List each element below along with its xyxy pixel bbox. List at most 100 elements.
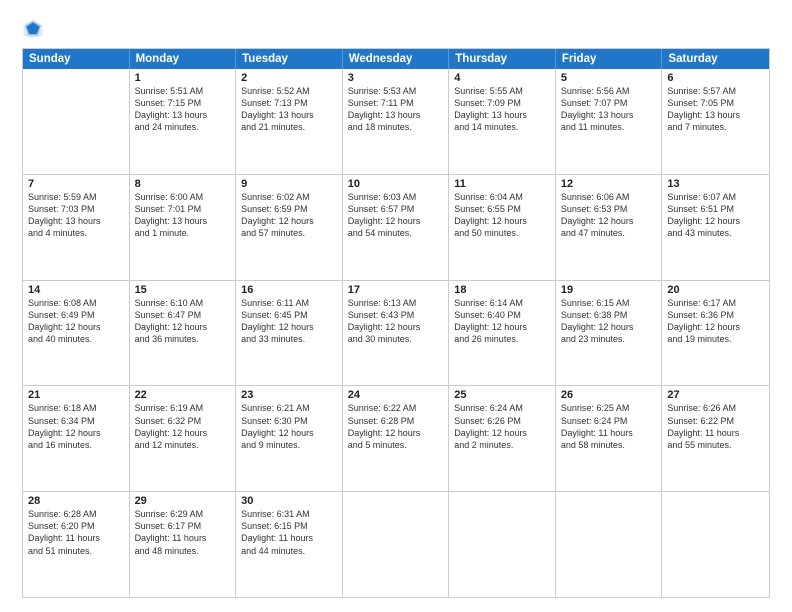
cell-line: Sunrise: 6:18 AM [28, 402, 124, 414]
weekday-header-tuesday: Tuesday [236, 49, 343, 69]
day-number: 25 [454, 389, 550, 401]
cell-line: Sunrise: 6:04 AM [454, 191, 550, 203]
cell-line: Sunset: 6:57 PM [348, 203, 444, 215]
cell-line: Sunset: 7:11 PM [348, 97, 444, 109]
cell-line: Daylight: 12 hours [454, 427, 550, 439]
cell-line: Sunrise: 6:08 AM [28, 297, 124, 309]
cell-line: Sunset: 7:15 PM [135, 97, 231, 109]
calendar-row-4: 28Sunrise: 6:28 AMSunset: 6:20 PMDayligh… [23, 491, 769, 597]
calendar-cell-25: 25Sunrise: 6:24 AMSunset: 6:26 PMDayligh… [449, 386, 556, 491]
cell-line: and 44 minutes. [241, 545, 337, 557]
cell-line: Daylight: 11 hours [135, 532, 231, 544]
cell-line: Sunrise: 6:21 AM [241, 402, 337, 414]
cell-line: Daylight: 12 hours [28, 321, 124, 333]
cell-line: and 7 minutes. [667, 121, 764, 133]
calendar-row-3: 21Sunrise: 6:18 AMSunset: 6:34 PM Dayligh… [23, 385, 769, 491]
cell-line: and 30 minutes. [348, 333, 444, 345]
calendar-cell-28: 28Sunrise: 6:28 AMSunset: 6:20 PMDayligh… [23, 492, 130, 597]
day-number: 21 [28, 389, 124, 401]
cell-line: Sunrise: 5:56 AM [561, 85, 657, 97]
cell-line: Sunset: 6:34 PM [28, 415, 124, 427]
cell-line: Sunrise: 6:29 AM [135, 508, 231, 520]
day-number: 11 [454, 178, 550, 190]
day-number: 28 [28, 495, 124, 507]
cell-line: and 50 minutes. [454, 227, 550, 239]
cell-line: Daylight: 13 hours [561, 109, 657, 121]
weekday-header-monday: Monday [130, 49, 237, 69]
day-number: 5 [561, 72, 657, 84]
calendar-cell-30: 30Sunrise: 6:31 AMSunset: 6:15 PMDayligh… [236, 492, 343, 597]
cell-line: Sunrise: 5:55 AM [454, 85, 550, 97]
cell-line: Daylight: 12 hours [135, 427, 231, 439]
cell-line: Sunrise: 6:24 AM [454, 402, 550, 414]
cell-line: and 18 minutes. [348, 121, 444, 133]
page-header [22, 18, 770, 40]
cell-line: Daylight: 13 hours [135, 215, 231, 227]
cell-line: Sunrise: 5:52 AM [241, 85, 337, 97]
cell-line: Sunset: 6:59 PM [241, 203, 337, 215]
cell-line: Sunrise: 5:51 AM [135, 85, 231, 97]
cell-line: Sunset: 6:22 PM [667, 415, 764, 427]
cell-line: and 40 minutes. [28, 333, 124, 345]
calendar-cell-15: 15Sunrise: 6:10 AMSunset: 6:47 PMDayligh… [130, 281, 237, 386]
calendar-cell-12: 12Sunrise: 6:06 AMSunset: 6:53 PMDayligh… [556, 175, 663, 280]
cell-line: and 16 minutes. [28, 439, 124, 451]
cell-line: Daylight: 13 hours [28, 215, 124, 227]
cell-line: Sunset: 6:32 PM [135, 415, 231, 427]
weekday-header-sunday: Sunday [23, 49, 130, 69]
cell-line: Sunset: 7:07 PM [561, 97, 657, 109]
cell-line: and 11 minutes. [561, 121, 657, 133]
cell-line: and 57 minutes. [241, 227, 337, 239]
day-number: 23 [241, 389, 337, 401]
calendar-cell-10: 10Sunrise: 6:03 AMSunset: 6:57 PMDayligh… [343, 175, 450, 280]
cell-line: Sunrise: 6:19 AM [135, 402, 231, 414]
cell-line: Sunrise: 6:03 AM [348, 191, 444, 203]
cell-line: and 23 minutes. [561, 333, 657, 345]
logo [22, 18, 48, 40]
calendar-cell-empty [343, 492, 450, 597]
cell-line: Daylight: 12 hours [241, 321, 337, 333]
cell-line: and 2 minutes. [454, 439, 550, 451]
cell-line: Daylight: 12 hours [667, 215, 764, 227]
calendar-cell-empty [23, 69, 130, 174]
cell-line: and 47 minutes. [561, 227, 657, 239]
cell-line: Daylight: 12 hours [454, 321, 550, 333]
calendar-cell-2: 2Sunrise: 5:52 AMSunset: 7:13 PMDaylight… [236, 69, 343, 174]
day-number: 27 [667, 389, 764, 401]
calendar-cell-4: 4Sunrise: 5:55 AMSunset: 7:09 PMDaylight… [449, 69, 556, 174]
day-number: 1 [135, 72, 231, 84]
cell-line: Sunrise: 6:14 AM [454, 297, 550, 309]
calendar-cell-23: 23Sunrise: 6:21 AMSunset: 6:30 PMDayligh… [236, 386, 343, 491]
cell-line: Sunrise: 6:07 AM [667, 191, 764, 203]
cell-line: Sunset: 6:28 PM [348, 415, 444, 427]
weekday-header-wednesday: Wednesday [343, 49, 450, 69]
day-number: 6 [667, 72, 764, 84]
weekday-header-saturday: Saturday [662, 49, 769, 69]
day-number: 13 [667, 178, 764, 190]
cell-line: Sunset: 6:17 PM [135, 520, 231, 532]
day-number: 2 [241, 72, 337, 84]
cell-line: Daylight: 13 hours [454, 109, 550, 121]
day-number: 24 [348, 389, 444, 401]
cell-line: and 1 minute. [135, 227, 231, 239]
cell-line: and 51 minutes. [28, 545, 124, 557]
cell-line: Sunset: 6:24 PM [561, 415, 657, 427]
calendar-cell-16: 16Sunrise: 6:11 AMSunset: 6:45 PMDayligh… [236, 281, 343, 386]
calendar-cell-5: 5Sunrise: 5:56 AMSunset: 7:07 PMDaylight… [556, 69, 663, 174]
calendar-header: SundayMondayTuesdayWednesdayThursdayFrid… [23, 49, 769, 69]
cell-line: Sunset: 6:38 PM [561, 309, 657, 321]
calendar-cell-17: 17Sunrise: 6:13 AMSunset: 6:43 PMDayligh… [343, 281, 450, 386]
calendar-cell-empty [662, 492, 769, 597]
cell-line: and 12 minutes. [135, 439, 231, 451]
calendar-cell-26: 26Sunrise: 6:25 AMSunset: 6:24 PMDayligh… [556, 386, 663, 491]
calendar-cell-22: 22Sunrise: 6:19 AMSunset: 6:32 PMDayligh… [130, 386, 237, 491]
calendar-body: 1Sunrise: 5:51 AMSunset: 7:15 PM Daylight… [23, 69, 769, 597]
cell-line: and 26 minutes. [454, 333, 550, 345]
cell-line: Sunrise: 6:26 AM [667, 402, 764, 414]
cell-line: Sunrise: 6:06 AM [561, 191, 657, 203]
day-number: 30 [241, 495, 337, 507]
cell-line: Daylight: 12 hours [348, 215, 444, 227]
calendar-cell-14: 14Sunrise: 6:08 AMSunset: 6:49 PMDayligh… [23, 281, 130, 386]
cell-line: Sunrise: 6:02 AM [241, 191, 337, 203]
calendar-cell-8: 8Sunrise: 6:00 AMSunset: 7:01 PMDaylight… [130, 175, 237, 280]
